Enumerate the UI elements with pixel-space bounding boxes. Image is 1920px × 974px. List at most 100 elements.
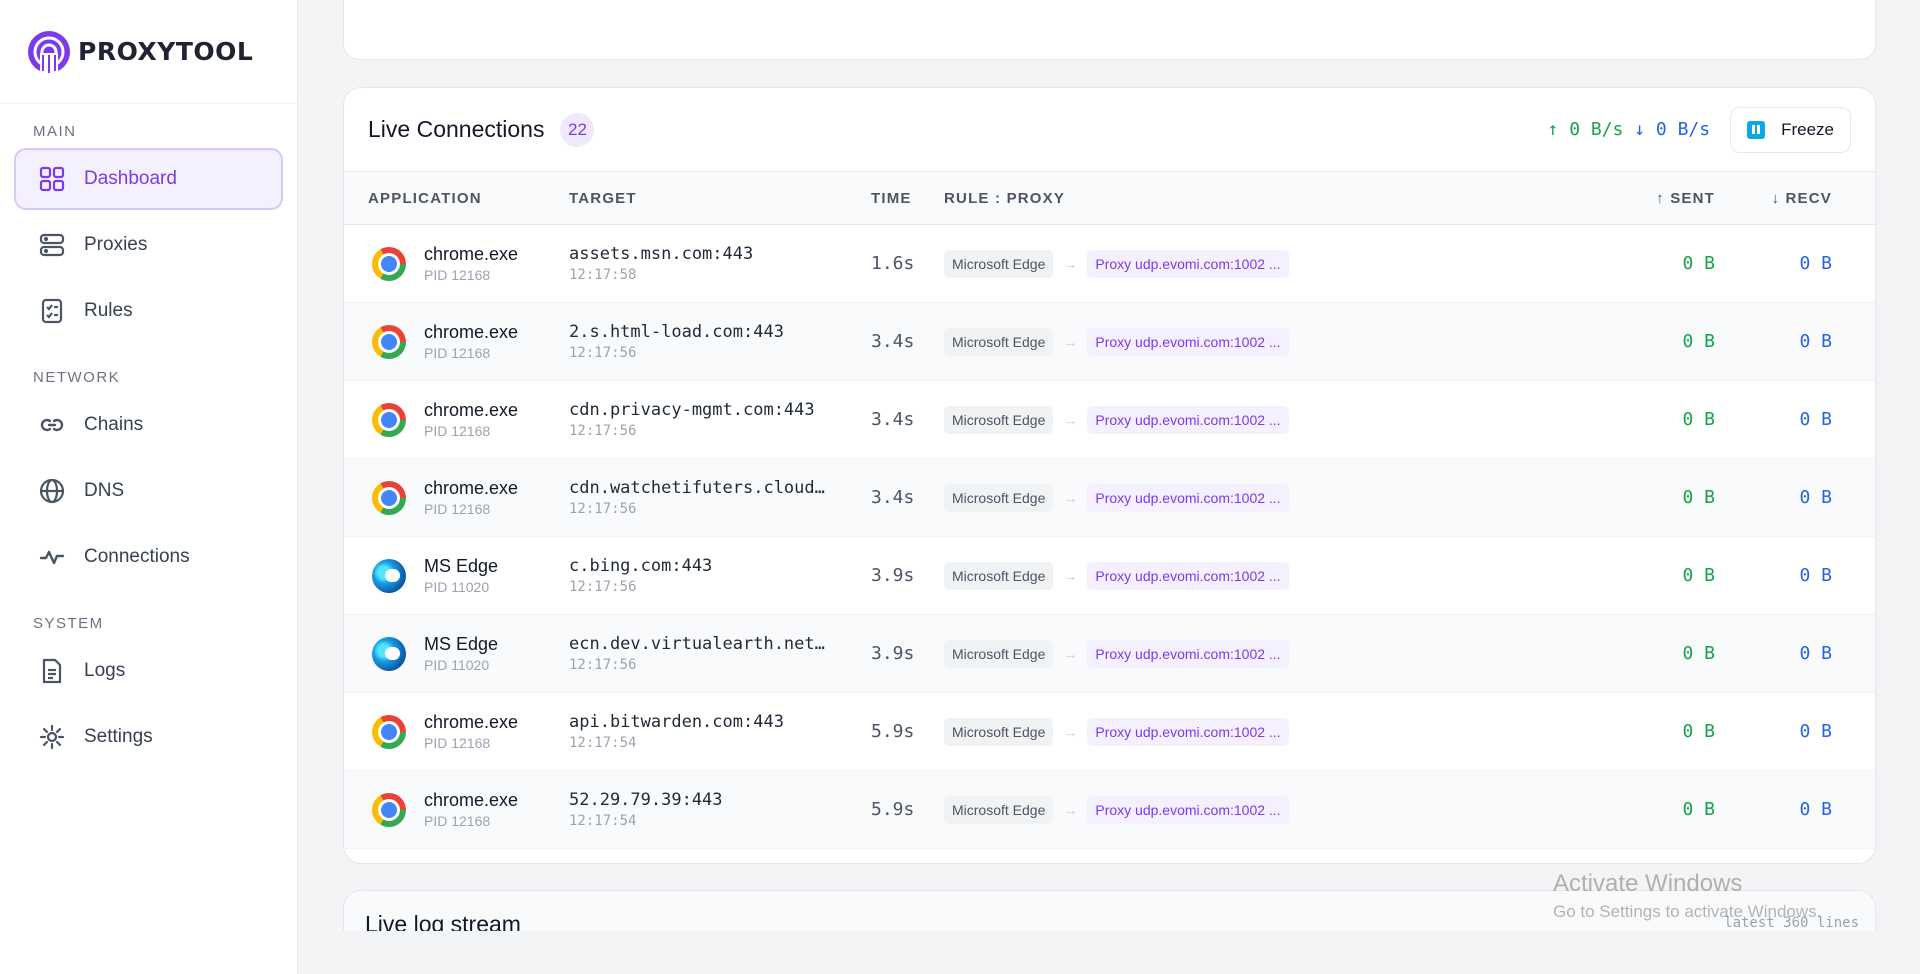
- rule-cell: Microsoft Edge → Proxy udp.evomi.com:1002 …: [944, 327, 1554, 356]
- rule-chip: Microsoft Edge: [944, 639, 1054, 668]
- rule-chip: Microsoft Edge: [944, 249, 1054, 278]
- sent-bytes: 0 B: [1682, 331, 1715, 352]
- chrome-browser-icon: [372, 246, 406, 281]
- header-recv[interactable]: ↓ RECV: [1715, 190, 1836, 207]
- sidebar-item-label: Logs: [84, 660, 126, 681]
- table-row[interactable]: chrome.exe PID 12168 cdn.privacy-mgmt.com:…: [344, 381, 1875, 459]
- table-row[interactable]: chrome.exe PID 12168 api.bitwarden.com:443…: [344, 693, 1875, 771]
- arrow-right-icon: →: [1063, 801, 1078, 818]
- target-cell: assets.msn.com:443 12:17:58: [569, 243, 871, 285]
- chrome-browser-icon: [372, 402, 406, 437]
- proxy-chip[interactable]: Proxy udp.evomi.com:1002 ...: [1087, 249, 1289, 278]
- duration: 5.9s: [871, 799, 915, 820]
- target-cell: 2.s.html-load.com:443 12:17:56: [569, 321, 871, 363]
- app-cell: chrome.exe PID 12168: [344, 243, 569, 285]
- proxy-chip[interactable]: Proxy udp.evomi.com:1002 ...: [1087, 405, 1289, 434]
- app-pid: PID 12168: [424, 344, 491, 361]
- rule-cell: Microsoft Edge → Proxy udp.evomi.com:1002 …: [944, 483, 1554, 512]
- table-row[interactable]: chrome.exe PID 12168 2.s.html-load.com:443…: [344, 303, 1875, 381]
- proxytool-logo-icon: [28, 30, 70, 73]
- target-cell: cdn.privacy-mgmt.com:443 12:17:56: [569, 399, 871, 441]
- app-pid: PID 11020: [424, 656, 490, 673]
- sidebar-item-label: DNS: [84, 480, 125, 501]
- sidebar-item-dashboard[interactable]: Dashboard: [14, 148, 283, 210]
- header-target[interactable]: TARGET: [569, 190, 871, 207]
- target-cell: ecn.dev.virtualearth.net… 12:17:56: [569, 633, 871, 675]
- duration: 3.4s: [871, 409, 915, 430]
- sidebar-item-proxies[interactable]: Proxies: [14, 214, 283, 276]
- rule-cell: Microsoft Edge → Proxy udp.evomi.com:1002 …: [944, 561, 1554, 590]
- target-host: assets.msn.com:443: [569, 243, 754, 264]
- sidebar-item-logs[interactable]: Logs: [14, 640, 283, 702]
- table-row[interactable]: MS Edge PID 11020 ecn.dev.virtualearth.net…: [344, 615, 1875, 693]
- target-host: c.bing.com:443: [569, 555, 713, 576]
- app-cell: chrome.exe PID 12168: [344, 399, 569, 441]
- table-row[interactable]: MS Edge PID 11020 c.bing.com:443 12:17:56 3.…: [344, 537, 1875, 615]
- rate-down: ↓ 0 B/s: [1634, 119, 1711, 140]
- freeze-label: Freeze: [1781, 119, 1834, 139]
- sidebar-item-settings[interactable]: Settings: [14, 706, 283, 768]
- target-host: api.bitwarden.com:443: [569, 711, 784, 732]
- app-pid: PID 12168: [424, 734, 491, 751]
- app-name: chrome.exe: [424, 321, 519, 342]
- app-cell: MS Edge PID 11020: [344, 555, 569, 597]
- card-header: Live Connections 22 ↑ 0 B/s ↓ 0 B/s Free…: [344, 88, 1875, 172]
- table-row[interactable]: chrome.exe PID 12168 assets.msn.com:443 12:…: [344, 225, 1875, 303]
- sidebar-item-dns[interactable]: DNS: [14, 460, 283, 522]
- proxy-chip[interactable]: Proxy udp.evomi.com:1002 ...: [1087, 717, 1289, 746]
- app-cell: chrome.exe PID 12168: [344, 321, 569, 363]
- sidebar-item-rules[interactable]: Rules: [14, 280, 283, 342]
- rule-cell: Microsoft Edge → Proxy udp.evomi.com:1002 …: [944, 639, 1554, 668]
- rule-cell: Microsoft Edge → Proxy udp.evomi.com:1002 …: [944, 795, 1554, 824]
- activity-icon: [38, 543, 66, 571]
- table-row[interactable]: chrome.exe PID 12168 52.29.79.39:443 12:17:…: [344, 771, 1875, 849]
- table-body: chrome.exe PID 12168 assets.msn.com:443 12:…: [344, 225, 1875, 849]
- app-name: chrome.exe: [424, 243, 519, 264]
- target-timestamp: 12:17:56: [569, 500, 637, 517]
- activation-watermark: Activate Windows Go to Settings to activ…: [1553, 870, 1821, 922]
- app-name: MS Edge: [424, 633, 499, 654]
- server-icon: [38, 231, 66, 259]
- sidebar-item-label: Settings: [84, 726, 153, 747]
- header-sent[interactable]: ↑ SENT: [1554, 190, 1715, 207]
- proxy-chip[interactable]: Proxy udp.evomi.com:1002 ...: [1087, 639, 1289, 668]
- app-name: MS Edge: [424, 555, 499, 576]
- header-time[interactable]: TIME: [871, 190, 944, 207]
- target-host: ecn.dev.virtualearth.net…: [569, 633, 825, 654]
- proxy-chip[interactable]: Proxy udp.evomi.com:1002 ...: [1087, 561, 1289, 590]
- sidebar-item-chains[interactable]: Chains: [14, 394, 283, 456]
- proxy-chip[interactable]: Proxy udp.evomi.com:1002 ...: [1087, 327, 1289, 356]
- card-title: Live Connections: [368, 116, 545, 142]
- target-host: 2.s.html-load.com:443: [569, 321, 784, 342]
- target-timestamp: 12:17:54: [569, 734, 637, 751]
- target-cell: c.bing.com:443 12:17:56: [569, 555, 871, 597]
- top-card: [343, 0, 1876, 60]
- transfer-rates: ↑ 0 B/s ↓ 0 B/s: [1548, 119, 1711, 140]
- header-application[interactable]: APPLICATION: [344, 190, 569, 207]
- proxy-chip[interactable]: Proxy udp.evomi.com:1002 ...: [1087, 795, 1289, 824]
- duration: 3.9s: [871, 643, 915, 664]
- chrome-browser-icon: [372, 714, 406, 749]
- sidebar-item-connections[interactable]: Connections: [14, 526, 283, 588]
- app-name: chrome.exe: [424, 477, 519, 498]
- brand[interactable]: PROXYTOOL: [0, 0, 297, 104]
- table-row[interactable]: chrome.exe PID 12168 cdn.watchetifuters.cl…: [344, 459, 1875, 537]
- recv-bytes: 0 B: [1799, 799, 1832, 820]
- rule-chip: Microsoft Edge: [944, 405, 1054, 434]
- sent-bytes: 0 B: [1682, 721, 1715, 742]
- freeze-button[interactable]: Freeze: [1730, 106, 1851, 153]
- sidebar-item-label: Connections: [84, 546, 190, 567]
- grid-icon: [38, 165, 66, 193]
- recv-bytes: 0 B: [1799, 487, 1832, 508]
- sidebar-item-label: Rules: [84, 300, 133, 321]
- arrow-right-icon: →: [1063, 411, 1078, 428]
- arrow-right-icon: →: [1063, 489, 1078, 506]
- checklist-icon: [38, 297, 66, 325]
- recv-bytes: 0 B: [1799, 565, 1832, 586]
- duration: 5.9s: [871, 721, 915, 742]
- target-host: cdn.privacy-mgmt.com:443: [569, 399, 815, 420]
- proxy-chip[interactable]: Proxy udp.evomi.com:1002 ...: [1087, 483, 1289, 512]
- target-cell: 52.29.79.39:443 12:17:54: [569, 789, 871, 831]
- header-rule-proxy[interactable]: RULE : PROXY: [944, 190, 1554, 207]
- section-label-main: MAIN: [33, 123, 77, 140]
